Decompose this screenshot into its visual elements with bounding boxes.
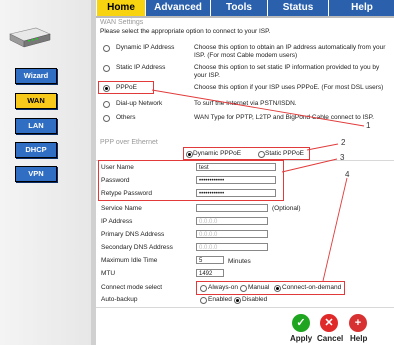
callout-number: 2 <box>341 138 346 147</box>
cancel-icon[interactable]: ✕ <box>320 314 338 332</box>
help-button-label: Help <box>350 334 368 343</box>
callout-number: 4 <box>345 170 350 179</box>
callout-number: 1 <box>366 121 371 130</box>
apply-button-label: Apply <box>290 334 313 343</box>
callout-number: 3 <box>340 153 345 162</box>
apply-icon[interactable]: ✓ <box>292 314 310 332</box>
help-icon[interactable]: + <box>349 314 367 332</box>
cancel-button-label: Cancel <box>317 334 344 343</box>
annotation-lines <box>151 89 365 282</box>
